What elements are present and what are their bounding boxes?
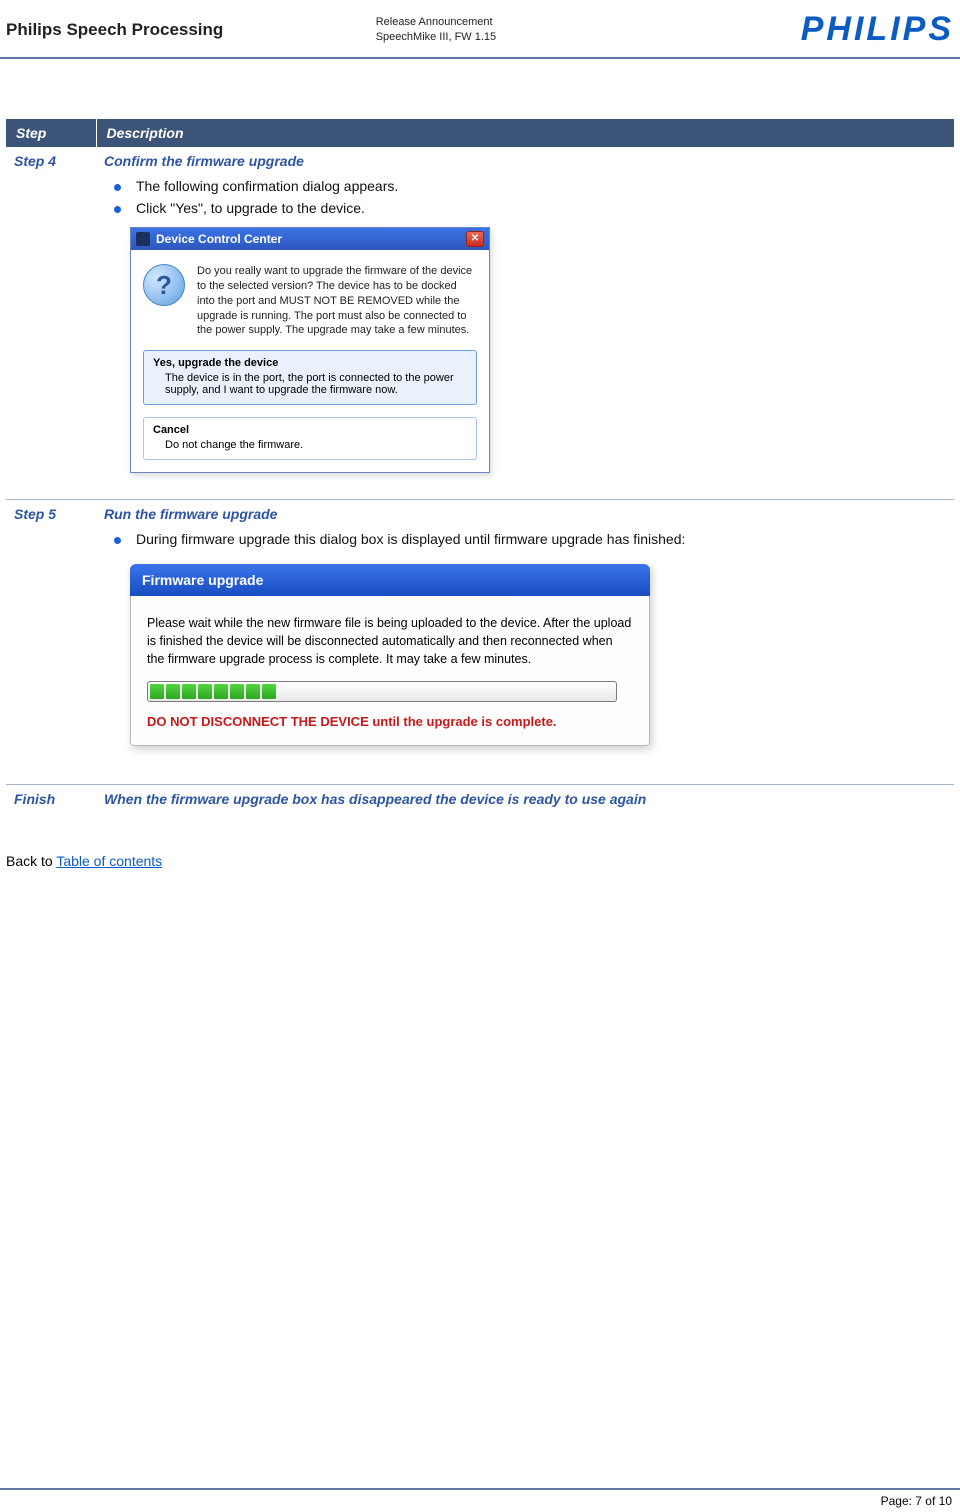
header-left-title: Philips Speech Processing bbox=[6, 20, 376, 40]
steps-table: Step Description Step 4 Confirm the firm… bbox=[6, 119, 954, 825]
option-cancel-title: Cancel bbox=[153, 424, 467, 436]
page-number: Page: 7 of 10 bbox=[881, 1494, 952, 1508]
confirm-dialog-titlebar: Device Control Center ✕ bbox=[131, 228, 489, 250]
option-yes-text: The device is in the port, the port is c… bbox=[153, 372, 467, 396]
document-header: Philips Speech Processing Release Announ… bbox=[0, 0, 960, 59]
step5-label: Step 5 bbox=[6, 500, 96, 784]
header-center-line1: Release Announcement bbox=[376, 15, 801, 30]
table-of-contents-link[interactable]: Table of contents bbox=[56, 853, 162, 869]
page-footer: Page: 7 of 10 bbox=[0, 1488, 960, 1512]
header-center: Release Announcement SpeechMike III, FW … bbox=[376, 15, 801, 45]
col-step-header: Step bbox=[6, 119, 96, 147]
col-desc-header: Description bbox=[96, 119, 954, 147]
step4-bullet1: The following confirmation dialog appear… bbox=[132, 175, 946, 197]
finish-label: Finish bbox=[6, 784, 96, 825]
step4-label: Step 4 bbox=[6, 147, 96, 500]
step4-bullet2: Click "Yes", to upgrade to the device. bbox=[132, 197, 946, 219]
step5-title: Run the firmware upgrade bbox=[104, 506, 946, 522]
confirm-dialog-question: Do you really want to upgrade the firmwa… bbox=[197, 264, 477, 338]
table-row-step5: Step 5 Run the firmware upgrade During f… bbox=[6, 500, 954, 784]
steps-header-row: Step Description bbox=[6, 119, 954, 147]
step5-bullet1: During firmware upgrade this dialog box … bbox=[132, 528, 946, 550]
table-row-finish: Finish When the firmware upgrade box has… bbox=[6, 784, 954, 825]
progress-dialog-title: Firmware upgrade bbox=[130, 564, 650, 596]
step4-title: Confirm the firmware upgrade bbox=[104, 153, 946, 169]
option-yes-upgrade[interactable]: Yes, upgrade the device The device is in… bbox=[143, 350, 477, 405]
option-cancel-text: Do not change the firmware. bbox=[153, 439, 467, 451]
option-cancel[interactable]: Cancel Do not change the firmware. bbox=[143, 417, 477, 460]
close-icon[interactable]: ✕ bbox=[466, 231, 484, 247]
app-icon bbox=[136, 232, 150, 246]
progress-dialog: Firmware upgrade Please wait while the n… bbox=[130, 564, 650, 745]
progress-dialog-text: Please wait while the new firmware file … bbox=[147, 614, 633, 668]
back-to-toc: Back to Table of contents bbox=[6, 853, 954, 869]
header-center-line2: SpeechMike III, FW 1.15 bbox=[376, 30, 801, 45]
confirm-dialog: Device Control Center ✕ ? Do you really … bbox=[130, 227, 490, 473]
header-logo: PHILIPS bbox=[801, 10, 954, 49]
question-icon: ? bbox=[143, 264, 185, 306]
table-row-step4: Step 4 Confirm the firmware upgrade The … bbox=[6, 147, 954, 500]
progress-dialog-warning: DO NOT DISCONNECT THE DEVICE until the u… bbox=[147, 714, 633, 729]
confirm-dialog-title: Device Control Center bbox=[156, 232, 282, 246]
option-yes-title: Yes, upgrade the device bbox=[153, 357, 467, 369]
finish-text: When the firmware upgrade box has disapp… bbox=[104, 791, 646, 807]
progress-bar bbox=[147, 681, 617, 702]
philips-logo-text: PHILIPS bbox=[801, 10, 954, 48]
back-to-toc-text: Back to bbox=[6, 853, 56, 869]
